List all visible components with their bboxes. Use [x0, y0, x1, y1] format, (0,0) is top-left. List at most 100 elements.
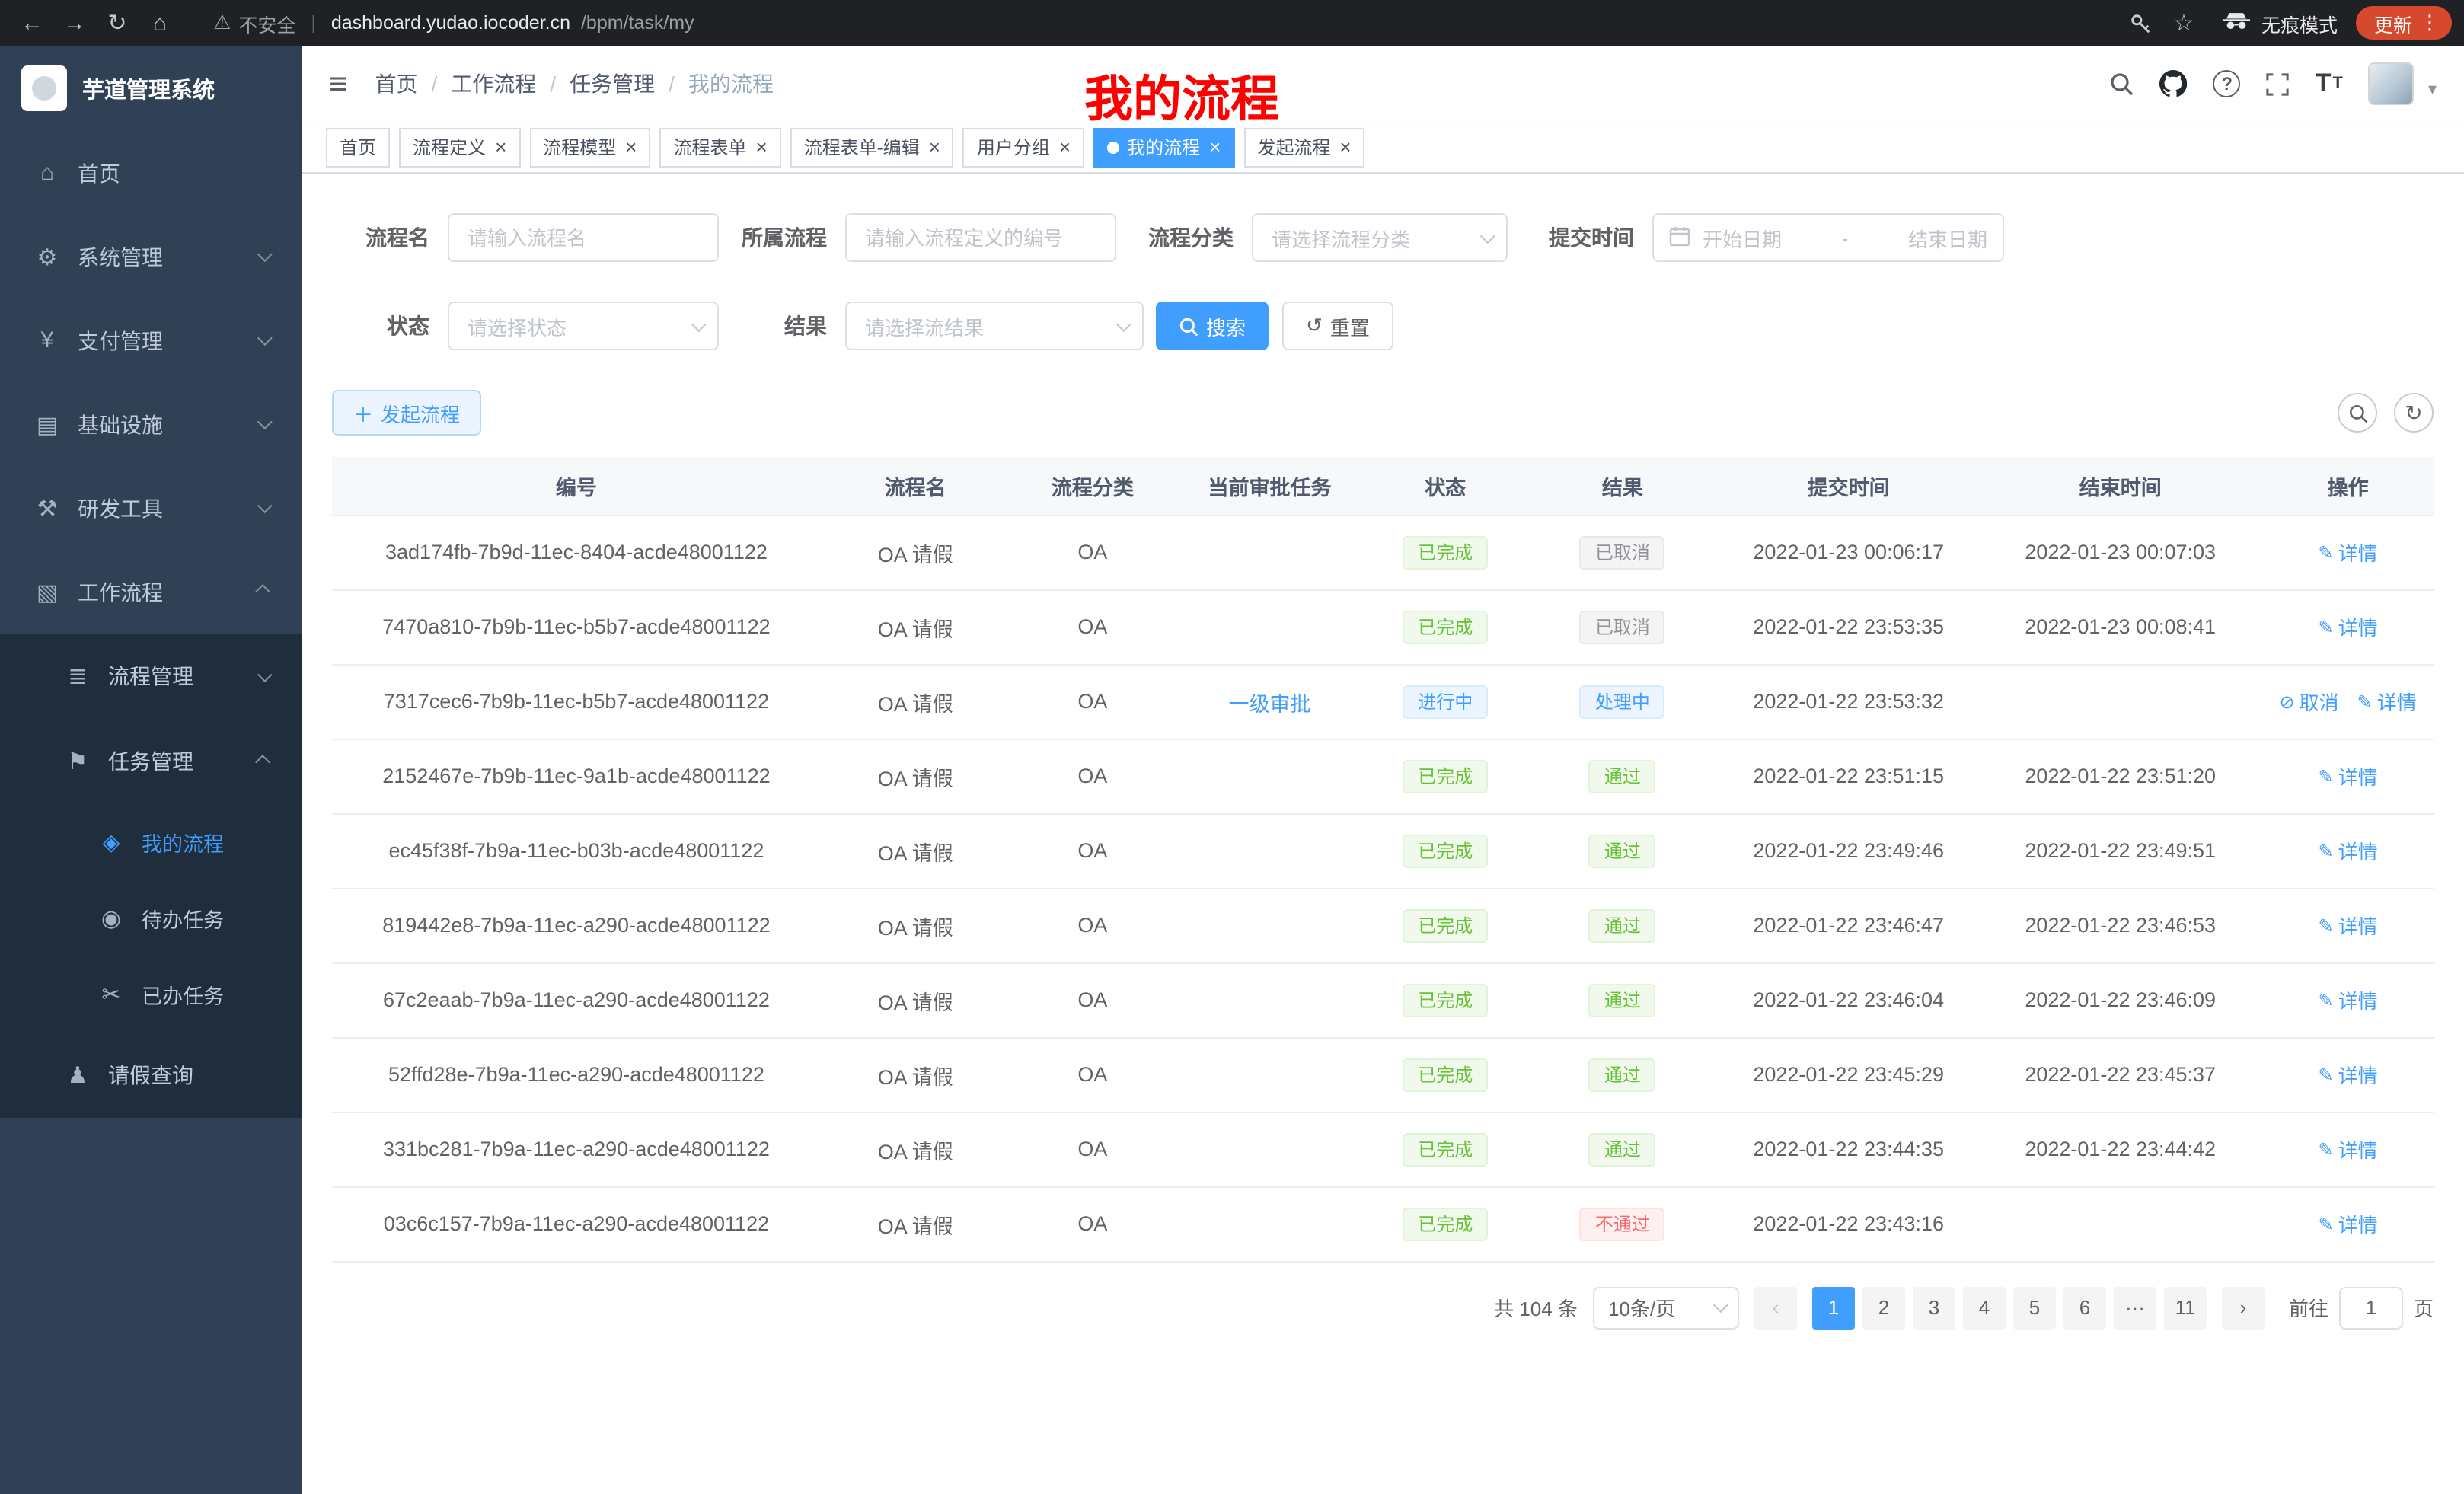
sidebar-item[interactable]: ◈我的流程 [0, 804, 302, 880]
sidebar-item[interactable]: ✂已办任务 [0, 956, 302, 1033]
page-button-3[interactable]: 3 [1913, 1286, 1955, 1329]
column-header: 结果 [1527, 457, 1719, 515]
tab-item[interactable]: 流程表单-编辑× [790, 127, 954, 167]
close-icon[interactable]: × [1209, 137, 1221, 157]
cell-end-time: 2022-01-22 23:44:42 [1978, 1112, 2262, 1186]
cancel-link[interactable]: ⊘取消 [2279, 687, 2338, 716]
back-icon[interactable]: ← [12, 5, 52, 41]
browser-menu-icon[interactable]: ⋮ [2417, 11, 2443, 35]
detail-link[interactable]: ✎详情 [2319, 1060, 2378, 1089]
tab-active[interactable]: 我的流程× [1093, 127, 1234, 167]
detail-link[interactable]: ✎详情 [2319, 985, 2378, 1014]
result-select[interactable]: 请选择流结果 [845, 302, 1144, 350]
font-size-icon[interactable]: TT [2316, 69, 2343, 99]
tab-item[interactable]: 用户分组× [963, 127, 1084, 167]
next-page-button[interactable]: › [2222, 1286, 2265, 1329]
page-button-2[interactable]: 2 [1862, 1286, 1905, 1329]
refresh-button[interactable]: ↻ [2394, 393, 2434, 433]
tab-item[interactable]: 发起流程× [1243, 127, 1364, 167]
detail-link[interactable]: ✎详情 [2357, 687, 2417, 716]
result-badge: 已取消 [1580, 535, 1665, 569]
avatar[interactable] [2369, 62, 2415, 105]
github-icon[interactable] [2160, 70, 2188, 97]
reset-button[interactable]: ↺ 重置 [1282, 302, 1393, 350]
key-icon[interactable] [2121, 5, 2161, 41]
page-button-5[interactable]: 5 [2013, 1286, 2056, 1329]
sidebar-item[interactable]: ♟请假查询 [0, 1033, 302, 1118]
breadcrumb-item-home[interactable]: 首页 [375, 69, 418, 99]
detail-link[interactable]: ✎详情 [2319, 1135, 2378, 1164]
prev-page-button[interactable]: ‹ [1754, 1286, 1797, 1329]
sidebar-item[interactable]: ⌂首页 [0, 131, 302, 215]
page-button-11[interactable]: 11 [2164, 1286, 2207, 1329]
detail-link[interactable]: ✎详情 [2319, 911, 2378, 940]
help-icon[interactable]: ? [2213, 70, 2241, 97]
detail-link[interactable]: ✎详情 [2319, 1209, 2378, 1238]
detail-link[interactable]: ✎详情 [2319, 538, 2378, 567]
status-select[interactable]: 请选择状态 [448, 302, 719, 350]
breadcrumb: 首页 / 工作流程 / 任务管理 / 我的流程 [375, 69, 774, 99]
update-button[interactable]: 更新 ⋮ [2356, 6, 2452, 40]
security-chip[interactable]: ⚠ 不安全 [213, 8, 295, 37]
goto-page-input[interactable] [2339, 1286, 2403, 1329]
close-icon[interactable]: × [625, 137, 637, 157]
tab-item[interactable]: 流程定义× [399, 127, 520, 167]
page-button-4[interactable]: 4 [1963, 1286, 2006, 1329]
cell-category: OA [1010, 739, 1176, 813]
sidebar-item-label: 首页 [78, 158, 120, 188]
column-header: 状态 [1364, 457, 1527, 515]
sidebar-item[interactable]: ▤基础设施 [0, 382, 302, 466]
detail-link[interactable]: ✎详情 [2319, 761, 2378, 790]
column-header: 流程分类 [1010, 457, 1176, 515]
submit-time-range-picker[interactable]: 开始日期 - 结束日期 [1652, 213, 2004, 262]
close-icon[interactable]: × [756, 137, 768, 157]
cell-current-task [1175, 1112, 1364, 1186]
detail-link[interactable]: ✎详情 [2319, 612, 2378, 641]
main-content: 流程名 所属流程 流程分类 请选择流程分类 提交时间 开始日期 - 结束日期 状… [302, 174, 2464, 1494]
browser-home-icon[interactable]: ⌂ [140, 5, 180, 41]
page-button-1[interactable]: 1 [1812, 1286, 1855, 1329]
reload-icon[interactable]: ↻ [97, 5, 137, 41]
breadcrumb-item-task[interactable]: 任务管理 [570, 69, 655, 99]
sidebar-item[interactable]: ¥支付管理 [0, 298, 302, 382]
close-icon[interactable]: × [1059, 137, 1071, 157]
cell-process-name: OA 请假 [821, 1186, 1010, 1261]
create-process-button[interactable]: ＋ 发起流程 [332, 390, 481, 436]
current-task-link[interactable]: 一级审批 [1229, 692, 1311, 715]
close-icon[interactable]: × [1339, 137, 1351, 157]
search-icon[interactable] [2110, 72, 2134, 96]
tab-item[interactable]: 首页 [326, 127, 390, 167]
process-name-input[interactable] [448, 213, 719, 262]
tab-item[interactable]: 流程表单× [659, 127, 780, 167]
sidebar-item[interactable]: ⚒研发工具 [0, 466, 302, 550]
tab-item[interactable]: 流程模型× [529, 127, 650, 167]
sidebar-item[interactable]: ⚙系统管理 [0, 215, 302, 298]
forward-icon[interactable]: → [55, 5, 94, 41]
search-button[interactable]: 搜索 [1156, 302, 1269, 350]
fullscreen-icon[interactable] [2267, 72, 2290, 95]
sidebar-item[interactable]: ≣流程管理 [0, 634, 302, 719]
sidebar-item[interactable]: ⚑任务管理 [0, 719, 302, 804]
page-button-6[interactable]: 6 [2063, 1286, 2106, 1329]
sidebar-item[interactable]: ▧工作流程 [0, 550, 302, 634]
close-icon[interactable]: × [495, 137, 506, 157]
cell-id: ec45f38f-7b9a-11ec-b03b-acde48001122 [332, 813, 821, 888]
cell-end-time: 2022-01-22 23:46:53 [1978, 888, 2262, 962]
chevron-down-icon[interactable]: ▾ [2428, 79, 2437, 99]
address-bar[interactable]: ⚠ 不安全 | dashboard.yudao.iocoder.cn/bpm/t… [213, 8, 694, 37]
logo[interactable]: 芋道管理系统 [0, 46, 302, 131]
show-search-toggle-button[interactable] [2338, 393, 2377, 433]
cell-result: 通过 [1527, 739, 1719, 813]
category-select[interactable]: 请选择流程分类 [1252, 213, 1508, 262]
breadcrumb-item-workflow[interactable]: 工作流程 [451, 69, 536, 99]
infrastructure-icon: ▤ [30, 410, 64, 438]
close-icon[interactable]: × [929, 137, 940, 157]
sidebar-toggle-icon[interactable]: ≡ [329, 68, 348, 100]
more-pages-button[interactable]: ··· [2114, 1286, 2156, 1329]
process-definition-input[interactable] [845, 213, 1116, 262]
page-size-select[interactable]: 10条/页 [1593, 1286, 1739, 1329]
detail-link[interactable]: ✎详情 [2319, 836, 2378, 865]
bookmark-star-icon[interactable]: ☆ [2164, 5, 2204, 41]
cell-id: 3ad174fb-7b9d-11ec-8404-acde48001122 [332, 515, 821, 589]
sidebar-item[interactable]: ◉待办任务 [0, 880, 302, 956]
